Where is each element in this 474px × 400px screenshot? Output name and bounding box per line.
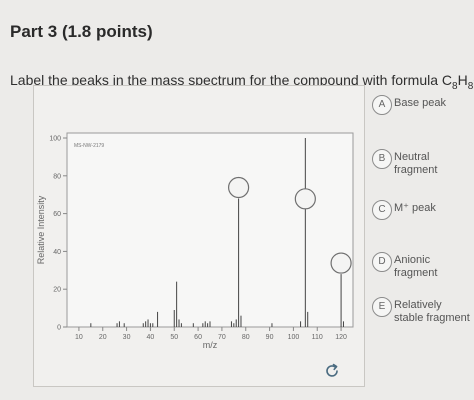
redo-button[interactable] (323, 362, 341, 385)
choice-letter-e: E (372, 297, 392, 317)
y-axis-label: Relative Intensity (36, 195, 46, 264)
hydrogen-letter: H (457, 72, 468, 88)
redo-icon (326, 363, 338, 377)
x-tick-label: 30 (123, 334, 131, 341)
x-axis-label: m/z (203, 340, 218, 350)
choice-label-e: Relatively stable fragment (394, 299, 470, 324)
choice-label-a: Base peak (394, 97, 446, 109)
y-tick-label: 100 (49, 136, 61, 143)
peak-drop-target[interactable] (330, 252, 352, 274)
x-tick-label: 90 (266, 334, 274, 341)
peak-drop-target[interactable] (228, 176, 250, 199)
choice-letter-a: A (372, 95, 392, 115)
part-title: Part 3 (1.8 points) (10, 22, 153, 41)
y-tick-label: 80 (53, 173, 61, 180)
choice-label-c: M⁺ peak (394, 202, 436, 214)
choice-letter-d: D (372, 252, 392, 272)
mass-spectrum-chart: MS-NW-2179 0 20 40 60 80 100 10 20 30 40 50 60 70 80… (36, 132, 354, 350)
x-tick-label: 50 (170, 334, 178, 341)
y-tick-label: 60 (53, 211, 61, 218)
x-tick-label: 60 (194, 334, 202, 341)
choice-letter-b: B (372, 149, 392, 169)
x-tick-label: 40 (147, 334, 155, 341)
y-tick-label: 40 (53, 249, 61, 256)
y-tick-label: 20 (53, 287, 61, 294)
choice-label-b: Neutral fragment (394, 151, 438, 176)
plot-area (66, 132, 354, 328)
x-tick-label: 80 (242, 334, 250, 341)
x-axis: 10 20 30 40 50 60 70 80 90 100 110 120 (75, 327, 347, 341)
y-tick-label: 0 (57, 325, 61, 332)
x-tick-label: 10 (75, 334, 83, 341)
x-tick-label: 120 (335, 334, 347, 341)
source-label: MS-NW-2179 (74, 143, 104, 149)
peak-drop-target[interactable] (294, 188, 316, 210)
choice-label-d: Anionic fragment (394, 254, 438, 279)
x-tick-label: 100 (288, 334, 300, 341)
choice-letter-c: C (372, 200, 392, 220)
x-tick-label: 70 (218, 334, 226, 341)
x-tick-label: 20 (99, 334, 107, 341)
x-tick-label: 110 (312, 334, 323, 341)
spectrum-panel: MS-NW-2179 0 20 40 60 80 100 10 20 30 40 50 60 70 80… (33, 85, 365, 387)
y-axis: 0 20 40 60 80 100 (49, 136, 67, 332)
